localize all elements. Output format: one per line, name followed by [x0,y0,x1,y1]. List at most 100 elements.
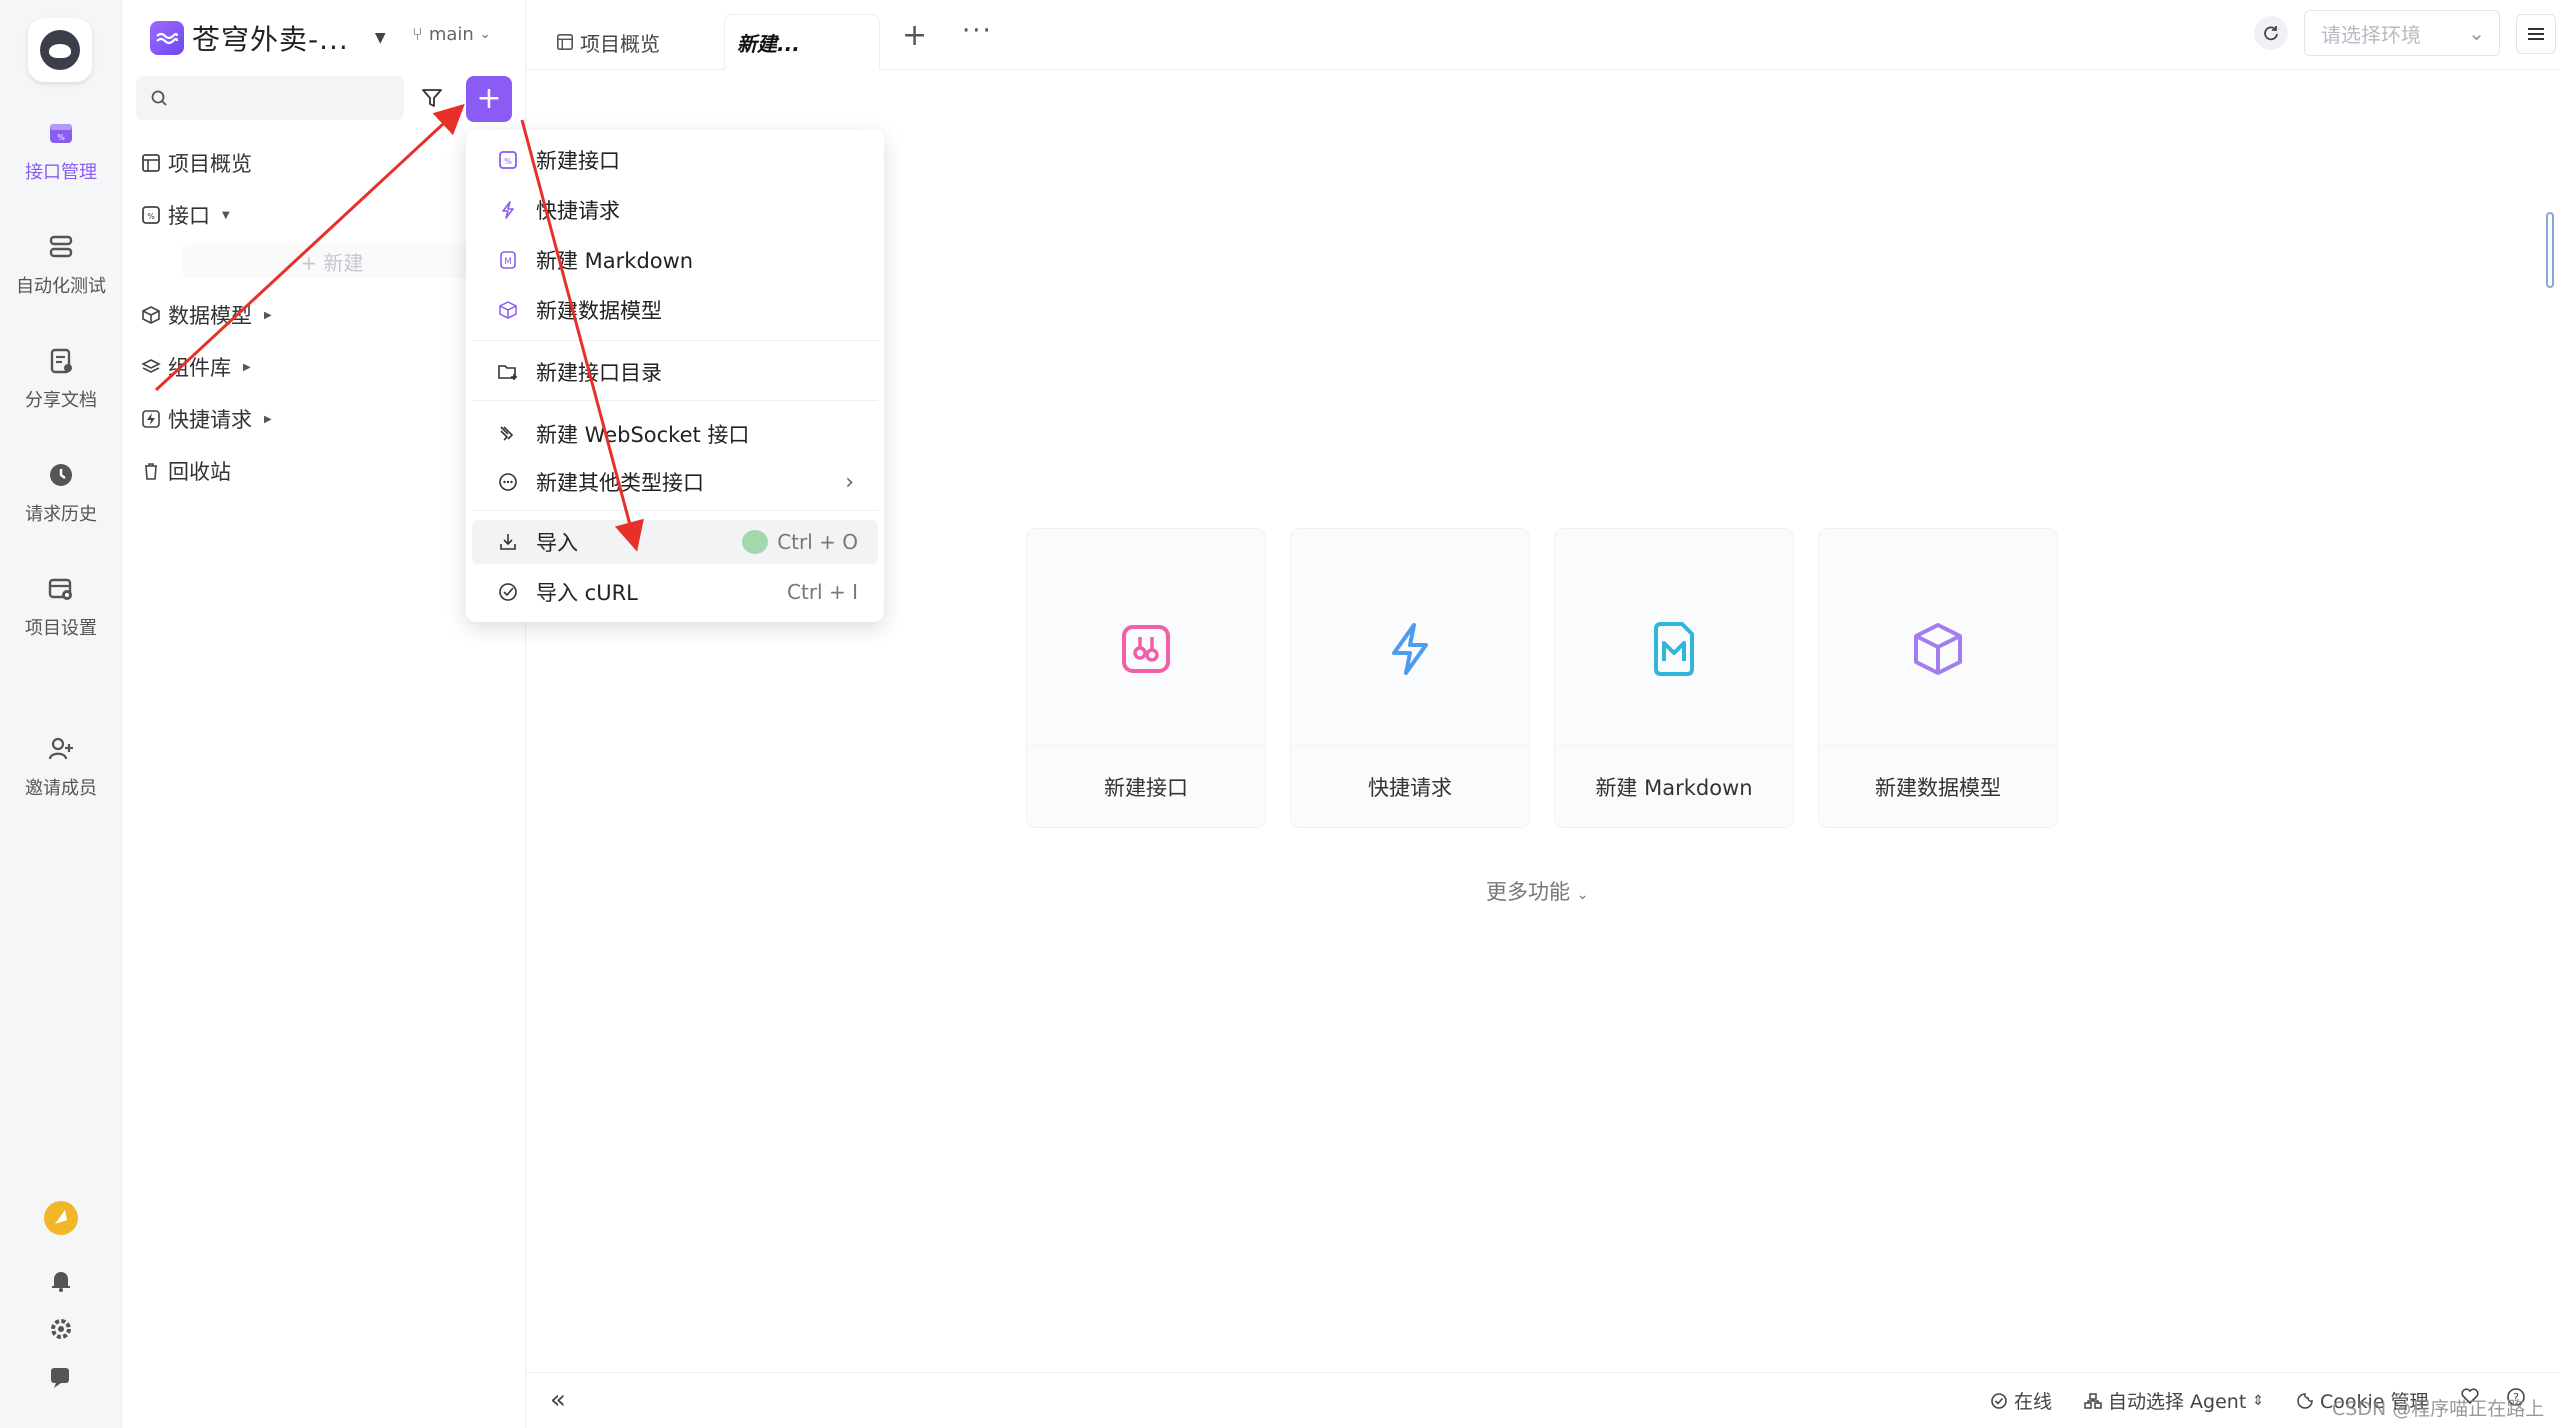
branch-selector[interactable]: ⑂ main ⌄ [412,24,491,45]
tree-item-overview[interactable]: 项目概览 [140,146,252,180]
menu-label: 导入 [536,531,578,555]
rocket-icon[interactable] [0,1200,122,1236]
menu-label: 新建数据模型 [536,299,662,323]
search-box[interactable] [136,76,404,120]
chevron-updown-icon: ⇕ [2252,1392,2265,1409]
gear-icon[interactable] [0,1316,122,1342]
card-quick-request[interactable]: 快捷请求 [1290,528,1530,828]
online-label: 在线 [2014,1391,2053,1413]
card-label: 新建数据模型 [1819,745,2057,827]
new-tab-button[interactable]: + [902,18,927,53]
rail-item-invite[interactable]: 邀请成员 [0,734,122,800]
menu-item-new-markdown[interactable]: M 新建 Markdown [472,238,878,282]
tree-label: 数据模型 [168,304,252,328]
tree-item-components[interactable]: 组件库 ▶ [140,350,251,384]
history-icon [46,460,76,490]
menu-label: 新建接口 [536,149,620,173]
search-input[interactable] [178,87,378,109]
tree-item-data-model[interactable]: 数据模型 ▶ [140,298,272,332]
card-label: 新建 Markdown [1555,745,1793,827]
rail-item-api[interactable]: % 接口管理 [0,118,122,184]
rail-item-project-settings[interactable]: 项目设置 [0,574,122,640]
rail-label: 项目设置 [25,618,97,639]
tree-item-quick-request[interactable]: 快捷请求 ▶ [140,402,272,436]
agent-select[interactable]: 自动选择 Agent ⇕ [2084,1387,2264,1414]
folder-add-icon [496,360,520,384]
menu-item-other-api[interactable]: 新建其他类型接口 › [472,460,878,504]
more-tabs-button[interactable]: ··· [962,16,993,46]
svg-text:%: % [57,133,65,142]
overview-icon [140,152,162,174]
project-logo-icon [150,21,184,55]
menu-item-new-data-model[interactable]: 新建数据模型 [472,288,878,332]
project-switcher[interactable]: 苍穹外卖-... ▼ [150,18,386,58]
online-status[interactable]: 在线 [1990,1387,2052,1414]
tab-label: 新建... [737,32,800,56]
menu-item-new-api[interactable]: % 新建接口 [472,138,878,182]
scrollbar[interactable] [2546,212,2554,288]
menu-divider [472,400,878,401]
app-logo[interactable] [28,18,92,82]
hamburger-icon [2528,28,2544,40]
menu-label: 新建其他类型接口 [536,471,704,495]
rail-item-share-doc[interactable]: 分享文档 [0,346,122,412]
plus-icon: + [476,81,502,116]
refresh-button[interactable] [2254,16,2288,50]
branch-name: main [428,24,474,45]
tree-new-placeholder[interactable]: + 新建 [182,244,482,278]
rail-item-history[interactable]: 请求历史 [0,460,122,526]
branch-icon: ⑂ [412,24,423,45]
menu-item-new-folder[interactable]: 新建接口目录 [472,350,878,394]
automation-icon [46,232,76,262]
bell-icon[interactable] [0,1268,122,1294]
menu-item-new-websocket[interactable]: 新建 WebSocket 接口 [472,412,878,456]
cube-icon [1819,609,2057,689]
cube-icon [496,298,520,322]
project-name: 苍穹外卖-... [192,23,349,56]
lightning-icon [496,198,520,222]
websocket-icon [496,422,520,446]
rail-item-automation[interactable]: 自动化测试 [0,232,122,298]
menu-button[interactable] [2516,14,2556,54]
card-label: 新建接口 [1027,745,1265,827]
agent-icon [2084,1392,2102,1409]
collapse-sidebar-button[interactable]: « [550,1385,566,1415]
tree-item-trash[interactable]: 回收站 [140,454,231,488]
tab-new[interactable]: 新建... [724,14,880,70]
menu-item-quick-request[interactable]: 快捷请求 [472,188,878,232]
filter-icon [422,89,442,107]
tree-label: 项目概览 [168,152,252,176]
menu-item-import[interactable]: 导入 Ctrl + O [472,520,878,564]
card-new-data-model[interactable]: 新建数据模型 [1818,528,2058,828]
import-icon [496,530,520,554]
rail-label: 自动化测试 [16,276,106,297]
menu-divider [472,510,878,511]
create-menu: % 新建接口 快捷请求 M 新建 Markdown 新建数据模型 新建接口目录 … [466,130,884,622]
rail-label: 请求历史 [25,504,97,525]
tree-label: 接口 [168,204,210,228]
menu-label: 导入 cURL [536,581,638,605]
tab-overview[interactable]: 项目概览 [556,14,660,70]
menu-item-import-curl[interactable]: 导入 cURL Ctrl + I [472,570,878,614]
refresh-icon [2264,26,2278,41]
shortcut-label: Ctrl + I [787,580,858,604]
chevron-down-icon: ⌄ [1576,887,1589,903]
card-new-api[interactable]: 新建接口 [1026,528,1266,828]
tree-label: 快捷请求 [168,408,252,432]
lightning-icon [1291,609,1529,689]
filter-button[interactable] [414,80,450,116]
more-features-button[interactable]: 更多功能 ⌄ [1486,876,1588,906]
chevron-right-icon: › [845,469,854,495]
menu-label: 新建 Markdown [536,249,694,273]
trash-icon [140,460,162,482]
add-button[interactable]: + [466,76,512,122]
caret-down-icon: ▼ [374,30,386,46]
overview-icon [556,33,574,51]
quick-create-cards: 新建接口 快捷请求 新建 Markdown 新建数据模型 [1026,528,2058,828]
svg-text:%: % [504,157,512,166]
card-new-markdown[interactable]: 新建 Markdown [1554,528,1794,828]
tree-item-api[interactable]: % 接口 ▼ [140,198,230,232]
environment-select[interactable]: 请选择环境 ⌄ [2304,10,2500,56]
feedback-icon[interactable] [0,1364,122,1390]
quick-request-icon [140,408,162,430]
